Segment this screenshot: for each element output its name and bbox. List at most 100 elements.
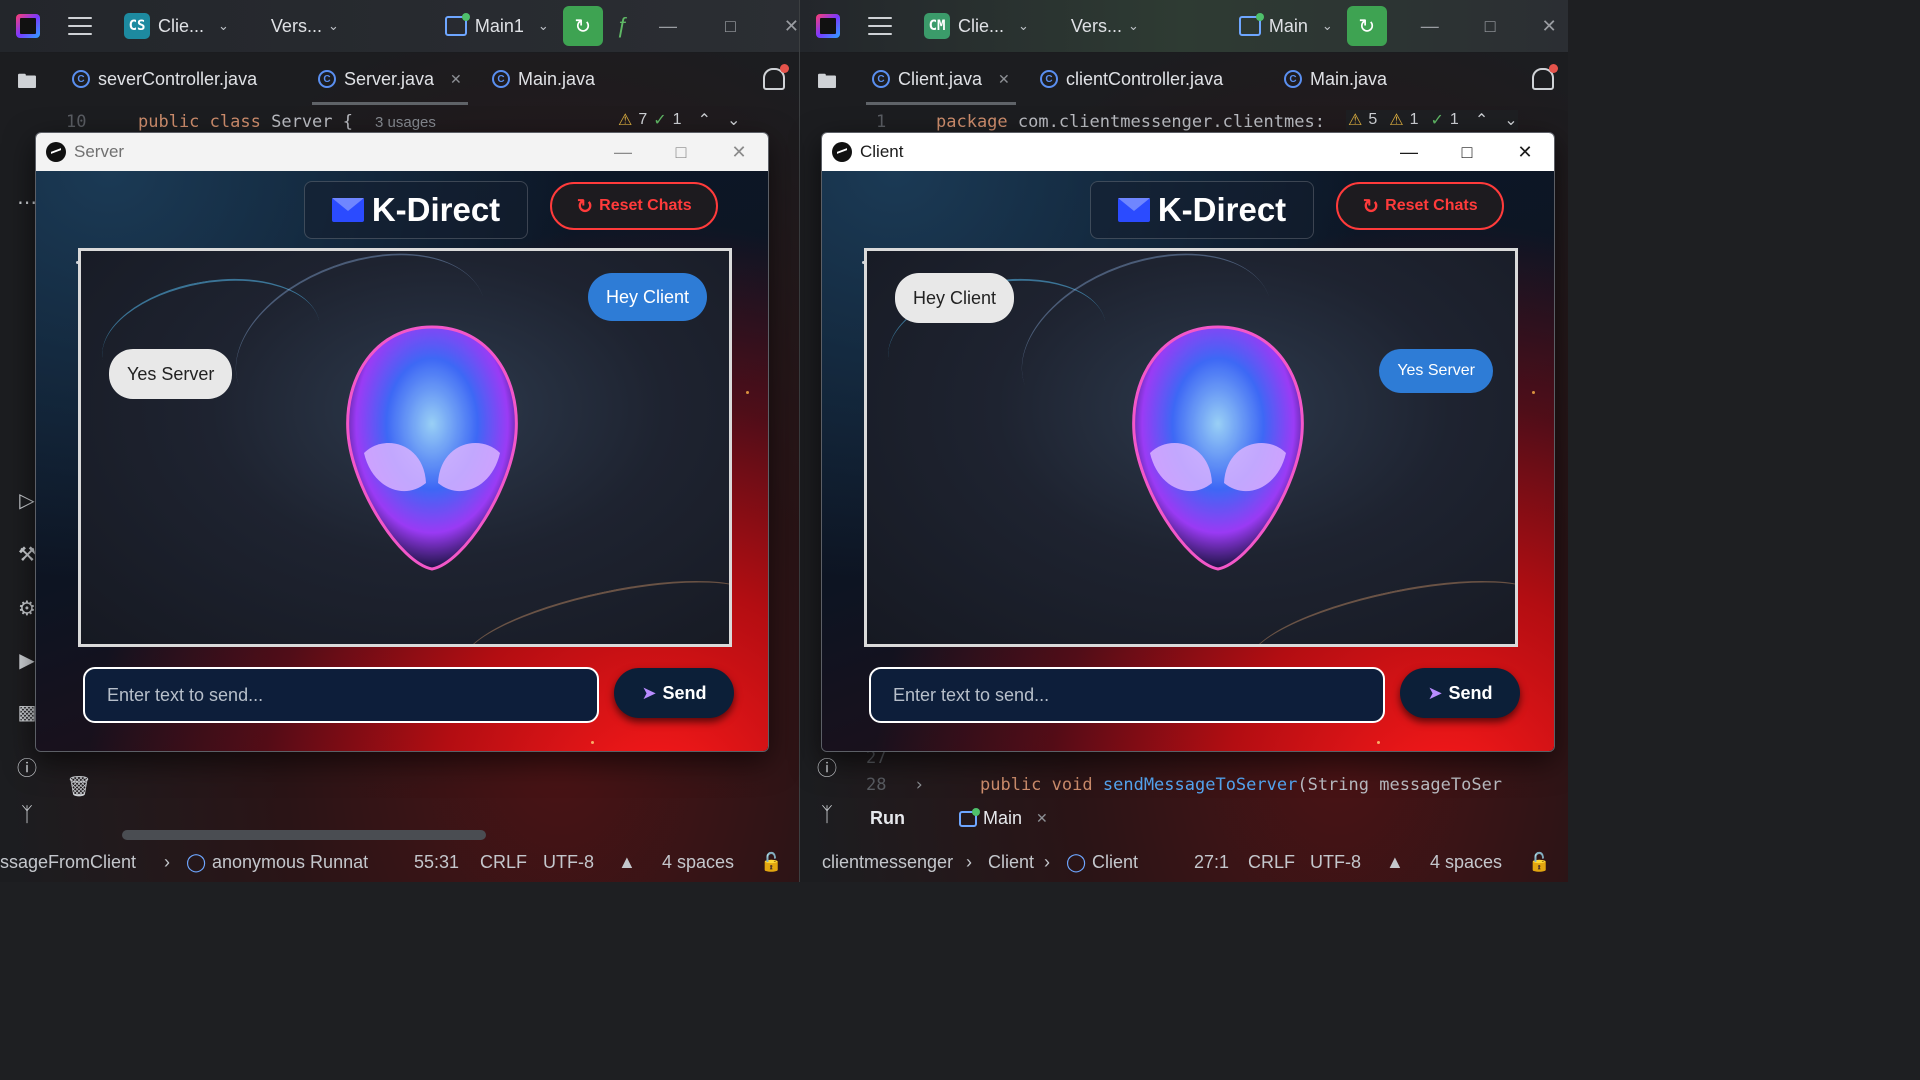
hamburger-menu-icon[interactable]: [68, 17, 92, 35]
problems-icon[interactable]: ⓘ: [14, 752, 40, 781]
trash-icon[interactable]: 🗑: [66, 774, 92, 799]
file-encoding[interactable]: UTF-8: [1310, 852, 1361, 873]
folder-icon[interactable]: 🖿: [14, 67, 40, 101]
maximize-icon[interactable]: □: [1438, 133, 1496, 171]
notifications-bell-icon[interactable]: [1532, 64, 1558, 90]
vcs-widget[interactable]: Vers... ⌄: [271, 16, 339, 37]
window-titlebar[interactable]: Client — □ ✕: [822, 133, 1554, 171]
chevron-up-icon[interactable]: ⌃: [1475, 110, 1488, 130]
chevron-down-icon: ⌄: [327, 18, 339, 33]
editor-tabs: 🖿 C severController.java C Server.java ✕…: [0, 53, 799, 105]
message-input[interactable]: Enter text to send...: [83, 667, 599, 723]
message-bubble-sent: Hey Client: [587, 273, 707, 321]
ok-count: 1: [1449, 111, 1459, 128]
chat-area[interactable]: Hey Client Yes Server: [78, 248, 732, 647]
file-encoding[interactable]: UTF-8: [543, 852, 594, 873]
run-label: Run: [870, 808, 905, 828]
close-tab-icon[interactable]: ✕: [1036, 810, 1048, 827]
editor-tabs: 🖿 C Client.java ✕ C clientController.jav…: [800, 53, 1568, 105]
breadcrumb-class[interactable]: Client: [1092, 852, 1138, 873]
maximize-icon[interactable]: □: [652, 133, 710, 171]
tab-server[interactable]: C Server.java ✕: [312, 53, 468, 105]
project-switcher[interactable]: CS Clie... ⌄: [124, 13, 229, 39]
reset-chats-button[interactable]: ↻ Reset Chats: [1336, 182, 1504, 230]
horizontal-scrollbar[interactable]: [122, 830, 486, 840]
brand-name: K-Direct: [371, 191, 501, 228]
minimize-icon[interactable]: —: [659, 16, 677, 37]
git-icon[interactable]: ᛉ: [14, 804, 40, 827]
lock-icon[interactable]: 🔓: [760, 852, 782, 873]
notifications-bell-icon[interactable]: [763, 64, 789, 90]
rerun-button[interactable]: ↻: [562, 6, 603, 46]
tab-client[interactable]: C Client.java ✕: [866, 53, 1016, 105]
send-button[interactable]: ➤ Send: [614, 668, 734, 718]
send-button[interactable]: ➤ Send: [1400, 668, 1520, 718]
chat-area[interactable]: Hey Client Yes Server: [864, 248, 1518, 647]
tree-icon[interactable]: ▲: [1386, 852, 1404, 873]
run-config-icon: [959, 807, 980, 827]
lock-icon[interactable]: 🔓: [1528, 852, 1550, 873]
close-icon[interactable]: ✕: [1542, 16, 1557, 37]
usages-hint[interactable]: 3 usages: [375, 114, 436, 131]
window-titlebar[interactable]: Server — □ ✕: [36, 133, 768, 171]
close-tab-icon[interactable]: ✕: [450, 71, 462, 88]
caret-position[interactable]: 55:31: [414, 852, 459, 873]
intellij-logo-icon[interactable]: [816, 14, 840, 38]
tab-label: Client.java: [898, 68, 983, 89]
message-bubble-received: Hey Client: [895, 273, 1015, 323]
message-bubble-received: Yes Server: [109, 349, 233, 399]
line-separator[interactable]: CRLF: [1248, 852, 1295, 873]
line-number: 10: [66, 112, 87, 132]
chevron-up-icon[interactable]: ⌃: [698, 110, 711, 130]
caret-position[interactable]: 27:1: [1194, 852, 1229, 873]
line-separator[interactable]: CRLF: [480, 852, 527, 873]
rerun-icon: ↻: [1358, 15, 1376, 38]
breadcrumb-method[interactable]: ssageFromClient: [0, 852, 136, 873]
close-icon[interactable]: ✕: [710, 133, 768, 171]
inspection-widget[interactable]: ⚠ 7 ✓ 1 ⌃ ⌄: [618, 110, 740, 130]
tab-main[interactable]: C Main.java: [1284, 53, 1387, 105]
tab-client-controller[interactable]: C clientController.java: [1040, 53, 1223, 105]
rerun-button[interactable]: ↻: [1346, 6, 1387, 46]
indent-setting[interactable]: 4 spaces: [662, 852, 734, 873]
project-switcher[interactable]: CM Clie... ⌄: [924, 13, 1029, 39]
message-input[interactable]: Enter text to send...: [869, 667, 1385, 723]
reset-chats-button[interactable]: ↻ Reset Chats: [550, 182, 718, 230]
inspection-widget[interactable]: ⚠ 5 ⚠ 1 ✓ 1 ⌃ ⌄: [1346, 110, 1518, 130]
minimize-icon[interactable]: —: [1421, 16, 1439, 37]
tree-icon[interactable]: ▲: [618, 852, 636, 873]
close-tab-icon[interactable]: ✕: [998, 71, 1010, 88]
project-name: Clie...: [158, 15, 205, 36]
close-icon[interactable]: ✕: [784, 16, 799, 37]
minimize-icon[interactable]: —: [594, 133, 652, 171]
tab-main[interactable]: C Main.java: [492, 53, 595, 105]
breadcrumb-class[interactable]: anonymous Runnat: [212, 852, 368, 873]
run-config-name: Main1: [474, 15, 524, 36]
warning-count: 1: [1409, 111, 1419, 128]
chevron-down-icon[interactable]: ⌄: [727, 110, 740, 130]
indent-setting[interactable]: 4 spaces: [1430, 852, 1502, 873]
problems-icon[interactable]: ⓘ: [814, 752, 840, 781]
run-config-selector[interactable]: Main1 ⌄: [444, 13, 549, 37]
chevron-down-icon[interactable]: ⌄: [1504, 110, 1517, 130]
fold-arrow-icon[interactable]: ›: [914, 775, 980, 795]
tab-server-controller[interactable]: C severController.java: [72, 53, 257, 105]
paper-plane-icon: ➤: [641, 682, 657, 703]
breadcrumb-package[interactable]: Client: [988, 852, 1034, 873]
maximize-icon[interactable]: □: [1485, 16, 1496, 37]
code-line[interactable]: 28 › public void sendMessageToServer (St…: [866, 771, 1502, 799]
hamburger-menu-icon[interactable]: [868, 17, 892, 35]
git-icon[interactable]: ᛉ: [814, 804, 840, 827]
intellij-logo-icon[interactable]: [16, 14, 40, 38]
close-icon[interactable]: ✕: [1496, 133, 1554, 171]
folder-icon[interactable]: 🖿: [814, 67, 840, 101]
check-icon: ✓: [1430, 112, 1444, 129]
run-tab-main[interactable]: Main ✕: [959, 807, 1048, 829]
debug-icon[interactable]: ƒ: [617, 13, 629, 39]
maximize-icon[interactable]: □: [725, 16, 736, 37]
breadcrumb-module[interactable]: clientmessenger: [822, 852, 953, 873]
class-name: Server {: [271, 112, 353, 132]
run-config-selector[interactable]: Main ⌄: [1238, 13, 1333, 37]
minimize-icon[interactable]: —: [1380, 133, 1438, 171]
vcs-widget[interactable]: Vers... ⌄: [1071, 16, 1139, 37]
